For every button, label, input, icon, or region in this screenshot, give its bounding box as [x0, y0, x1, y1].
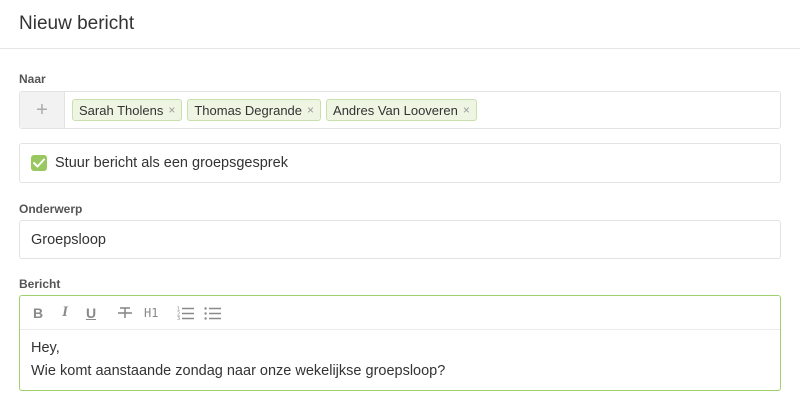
underline-button[interactable]: U: [84, 303, 98, 323]
strikethrough-button[interactable]: [117, 303, 133, 323]
checkmark-icon: [33, 158, 45, 168]
message-label: Bericht: [19, 277, 61, 291]
add-recipient-button[interactable]: +: [20, 92, 65, 128]
page-title: Nieuw bericht: [19, 13, 135, 34]
recipient-name: Andres Van Looveren: [333, 102, 458, 118]
bold-button[interactable]: B: [31, 303, 45, 323]
recipients-label: Naar: [19, 72, 46, 86]
recipient-chip: Sarah Tholens ×: [72, 99, 183, 121]
remove-recipient-icon[interactable]: ×: [307, 103, 314, 117]
subject-input[interactable]: Groepsloop: [19, 220, 781, 259]
recipient-name: Thomas Degrande: [194, 102, 303, 118]
editor-toolbar: B I U H1 1 2 3: [20, 296, 780, 330]
message-line: Hey,: [31, 340, 60, 356]
recipient-chip: Thomas Degrande ×: [187, 99, 322, 121]
remove-recipient-icon[interactable]: ×: [168, 103, 175, 117]
bullet-list-button[interactable]: [204, 303, 222, 323]
recipients-field[interactable]: + Sarah Tholens × Thomas Degrande × Andr…: [19, 91, 781, 129]
message-body[interactable]: Hey, Wie komt aanstaande zondag naar onz…: [20, 330, 780, 390]
group-conversation-option[interactable]: Stuur bericht als een groepsgesprek: [19, 143, 781, 183]
bullet-list-icon: [204, 306, 222, 320]
page-header: Nieuw bericht: [0, 0, 800, 49]
svg-text:3: 3: [177, 316, 180, 320]
subject-label: Onderwerp: [19, 202, 83, 216]
recipient-name: Sarah Tholens: [79, 102, 164, 118]
recipient-chips: Sarah Tholens × Thomas Degrande × Andres…: [65, 92, 477, 128]
strikethrough-icon: [118, 306, 132, 318]
ordered-list-button[interactable]: 1 2 3: [177, 303, 195, 323]
remove-recipient-icon[interactable]: ×: [463, 103, 470, 117]
italic-button[interactable]: I: [58, 303, 72, 323]
group-conversation-label: Stuur bericht als een groepsgesprek: [55, 155, 288, 171]
heading-button[interactable]: H1: [144, 303, 158, 323]
group-conversation-checkbox[interactable]: [31, 155, 47, 171]
ordered-list-icon: 1 2 3: [177, 306, 195, 320]
recipient-chip: Andres Van Looveren ×: [326, 99, 477, 121]
message-editor[interactable]: B I U H1 1 2 3 Hey, Wie komt aanstaande …: [19, 295, 781, 391]
message-line: Wie komt aanstaande zondag naar onze wek…: [31, 363, 446, 379]
